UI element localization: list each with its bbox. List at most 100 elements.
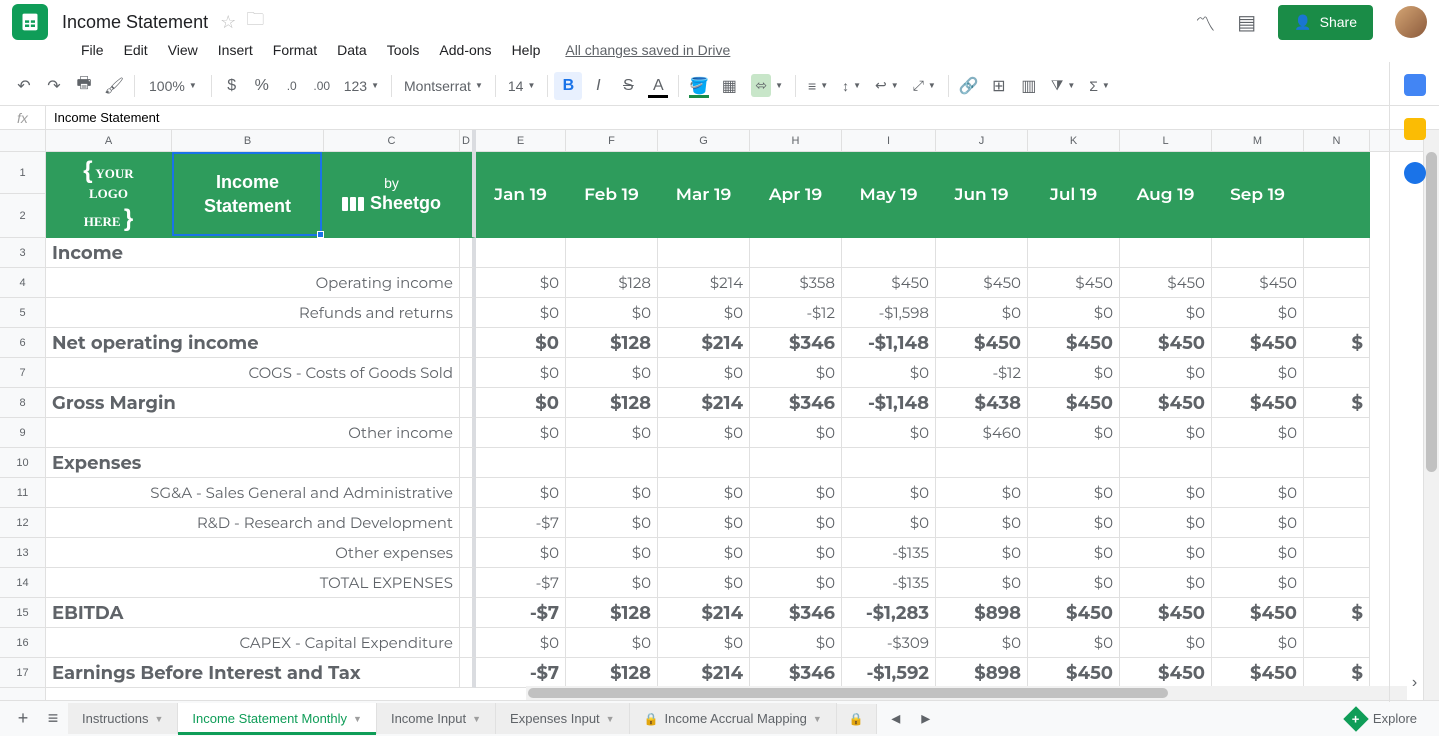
data-cell[interactable] [1028,238,1120,268]
data-cell[interactable]: $0 [566,628,658,658]
data-cell[interactable]: $0 [1120,298,1212,328]
data-cell[interactable]: $346 [750,328,842,358]
strikethrough-button[interactable]: S [614,72,642,100]
data-cell[interactable]: $0 [842,478,936,508]
data-cell[interactable]: $460 [936,418,1028,448]
data-cell[interactable]: $0 [658,358,750,388]
explore-button[interactable]: Explore [1333,704,1431,734]
month-header-6[interactable]: Jun 19 [936,152,1028,238]
row-label[interactable]: TOTAL EXPENSES [46,568,460,598]
vertical-align-button[interactable]: ↕▼ [836,74,867,98]
insert-link-button[interactable]: 🔗 [955,72,983,100]
data-cell[interactable]: $0 [566,418,658,448]
insert-chart-button[interactable]: ▥ [1015,72,1043,100]
column-header-I[interactable]: I [842,130,936,151]
data-cell[interactable]: $0 [1212,298,1304,328]
row-label[interactable]: Gross Margin [46,388,460,418]
row-label[interactable]: EBITDA [46,598,460,628]
data-cell[interactable]: $0 [1212,358,1304,388]
row-header-15[interactable]: 15 [0,598,45,628]
data-cell[interactable] [658,238,750,268]
data-cell[interactable]: -$1,148 [842,328,936,358]
locked-tab-indicator[interactable]: 🔒 [837,704,877,734]
increase-decimal-button[interactable]: .00 [308,72,336,100]
row-label[interactable]: Earnings Before Interest and Tax [46,658,460,688]
zoom-select[interactable]: 100%▼ [141,76,205,96]
data-cell[interactable]: $128 [566,598,658,628]
data-cell[interactable]: $450 [1212,328,1304,358]
row-header-8[interactable]: 8 [0,388,45,418]
row-label[interactable]: Other income [46,418,460,448]
calendar-icon[interactable] [1404,74,1426,96]
data-cell[interactable] [566,448,658,478]
functions-button[interactable]: Σ▼ [1083,74,1116,98]
data-cell[interactable]: -$12 [936,358,1028,388]
data-cell[interactable]: $0 [1120,628,1212,658]
data-cell[interactable]: $0 [658,298,750,328]
data-cell[interactable] [1304,628,1370,658]
data-cell[interactable]: $450 [1120,658,1212,688]
data-cell[interactable]: $0 [1028,478,1120,508]
sheet-tab[interactable]: Instructions▼ [68,703,178,734]
row-label[interactable]: Other expenses [46,538,460,568]
data-cell[interactable]: $358 [750,268,842,298]
data-cell[interactable]: $0 [1028,418,1120,448]
undo-button[interactable]: ↶ [10,72,38,100]
row-header-14[interactable]: 14 [0,568,45,598]
data-cell[interactable]: $0 [476,328,566,358]
row-header-9[interactable]: 9 [0,418,45,448]
data-cell[interactable]: $450 [1212,598,1304,628]
data-cell[interactable]: $0 [750,568,842,598]
data-cell[interactable]: $0 [476,418,566,448]
data-cell[interactable] [566,238,658,268]
data-cell[interactable]: -$1,148 [842,388,936,418]
data-cell[interactable]: $0 [1212,478,1304,508]
column-header-M[interactable]: M [1212,130,1304,151]
data-cell[interactable]: $450 [1212,388,1304,418]
data-cell[interactable]: $0 [1120,538,1212,568]
all-sheets-button[interactable]: ≡ [38,708,68,729]
month-header-9[interactable]: Sep 19 [1212,152,1304,238]
month-header-3[interactable]: Mar 19 [658,152,750,238]
data-cell[interactable]: $214 [658,598,750,628]
data-cell[interactable]: -$135 [842,538,936,568]
row-header-2[interactable]: 2 [0,194,45,238]
data-cell[interactable]: $0 [1120,478,1212,508]
data-cell[interactable]: $0 [476,628,566,658]
data-cell[interactable]: $0 [476,388,566,418]
row-label[interactable]: Income [46,238,460,268]
decrease-decimal-button[interactable]: .0 [278,72,306,100]
print-button[interactable]: 🖶 [70,72,98,100]
data-cell[interactable] [750,238,842,268]
data-cell[interactable]: $0 [658,628,750,658]
data-cell[interactable]: $450 [1120,328,1212,358]
row-label[interactable]: Refunds and returns [46,298,460,328]
data-cell[interactable]: $450 [936,268,1028,298]
show-side-panel-button[interactable]: › [1412,674,1417,692]
data-cell[interactable]: $0 [1212,568,1304,598]
data-cell[interactable]: $0 [842,358,936,388]
data-cell[interactable]: -$1,598 [842,298,936,328]
data-cell[interactable] [936,448,1028,478]
row-header-16[interactable]: 16 [0,628,45,658]
data-cell[interactable]: $0 [750,478,842,508]
data-cell[interactable]: $450 [1028,388,1120,418]
data-cell[interactable]: $0 [566,568,658,598]
data-cell[interactable]: -$7 [476,568,566,598]
data-cell[interactable]: $450 [1120,598,1212,628]
row-header-17[interactable]: 17 [0,658,45,688]
data-cell[interactable]: $346 [750,598,842,628]
data-cell[interactable]: -$7 [476,508,566,538]
data-cell[interactable]: $0 [566,298,658,328]
merge-cells-button[interactable]: ⬄▼ [745,70,789,101]
data-cell[interactable]: $214 [658,658,750,688]
data-cell[interactable]: $0 [936,508,1028,538]
column-header-K[interactable]: K [1028,130,1120,151]
column-header-E[interactable]: E [476,130,566,151]
data-cell[interactable] [476,448,566,478]
document-title[interactable]: Income Statement [62,12,208,33]
menu-insert[interactable]: Insert [209,38,262,62]
fill-color-button[interactable]: 🪣 [685,72,713,100]
data-cell[interactable] [1304,568,1370,598]
data-cell[interactable]: $0 [1028,568,1120,598]
